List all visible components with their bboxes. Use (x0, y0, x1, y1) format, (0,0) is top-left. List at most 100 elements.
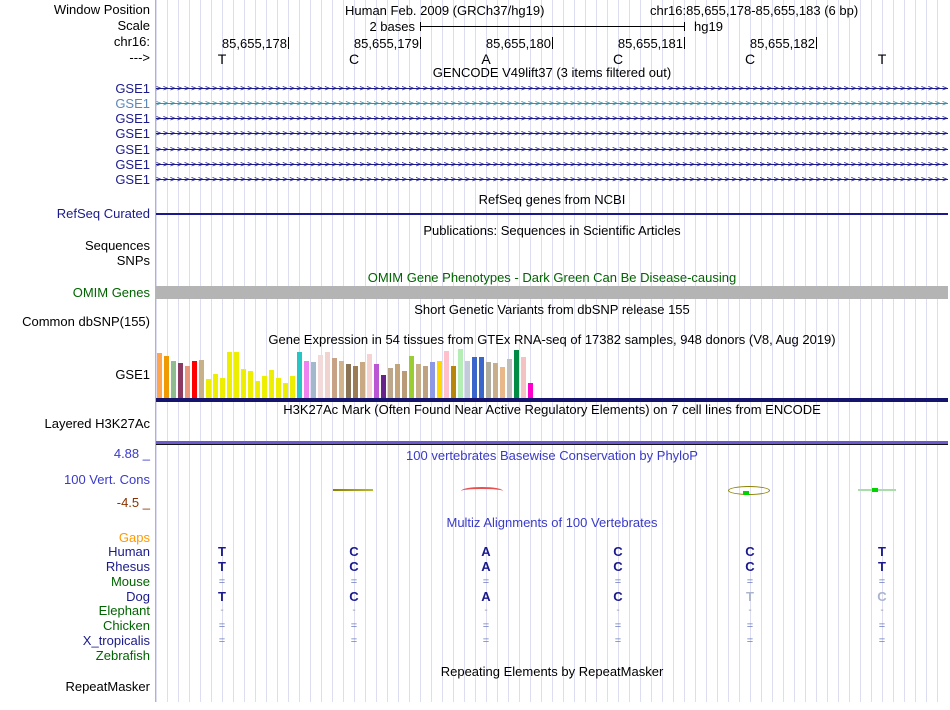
gtex-tissue-bar (185, 366, 190, 399)
gse1-transcript-label[interactable]: GSE1 (0, 82, 150, 96)
gtex-expression-bar-chart[interactable] (157, 349, 547, 399)
gtex-tissue-bar (367, 354, 372, 399)
multiz-species-label[interactable]: Gaps (0, 531, 150, 545)
scale-bar-left-cap (420, 22, 421, 31)
repeatmasker-label[interactable]: RepeatMasker (0, 680, 150, 694)
h3k27ac-signal-line (156, 441, 948, 445)
multiz-alignment-cell: - (352, 605, 356, 616)
omim-track-title[interactable]: OMIM Gene Phenotypes - Dark Green Can Be… (156, 271, 948, 285)
multiz-track-title[interactable]: Multiz Alignments of 100 Vertebrates (156, 516, 948, 530)
gtex-gene-label[interactable]: GSE1 (0, 368, 150, 382)
h3k27ac-track-title[interactable]: H3K27Ac Mark (Often Found Near Active Re… (156, 403, 948, 417)
gtex-tissue-bar (269, 370, 274, 399)
gtex-tissue-bar (444, 351, 449, 399)
multiz-alignment-cell: C (349, 589, 359, 604)
dbsnp-track-title[interactable]: Short Genetic Variants from dbSNP releas… (156, 303, 948, 317)
gtex-tissue-bar (164, 356, 169, 399)
multiz-alignment-cell: = (746, 620, 754, 632)
gse1-transcript-label[interactable]: GSE1 (0, 127, 150, 141)
gse1-transcript-label[interactable]: GSE1 (0, 173, 150, 187)
multiz-alignment-cell: A (481, 559, 491, 574)
gtex-tissue-bar (423, 366, 428, 399)
multiz-alignment-cell: = (482, 635, 490, 647)
multiz-species-label[interactable]: Dog (0, 590, 150, 604)
multiz-species-label[interactable]: Zebrafish (0, 649, 150, 663)
gse1-transcript-arrows[interactable]: >>>>>>>>>>>>>>>>>>>>>>>>>>>>>>>>>>>>>>>>… (156, 173, 948, 187)
multiz-alignment-cell: C (613, 589, 623, 604)
gtex-tissue-bar (430, 362, 435, 399)
gse1-transcript-arrows[interactable]: >>>>>>>>>>>>>>>>>>>>>>>>>>>>>>>>>>>>>>>>… (156, 143, 948, 157)
assembly-text: Human Feb. 2009 (GRCh37/hg19) (345, 3, 545, 18)
multiz-alignment-cell: - (220, 605, 224, 616)
gse1-transcript-arrows[interactable]: >>>>>>>>>>>>>>>>>>>>>>>>>>>>>>>>>>>>>>>>… (156, 97, 948, 111)
position-text: chr16:85,655,178-85,655,183 (6 bp) (650, 3, 859, 18)
gtex-tissue-bar (283, 383, 288, 399)
gse1-transcript-arrows[interactable]: >>>>>>>>>>>>>>>>>>>>>>>>>>>>>>>>>>>>>>>>… (156, 127, 948, 141)
gtex-track-title[interactable]: Gene Expression in 54 tissues from GTEx … (156, 333, 948, 347)
repeatmasker-track-title[interactable]: Repeating Elements by RepeatMasker (156, 665, 948, 679)
gtex-tissue-bar (500, 367, 505, 399)
gtex-tissue-bar (171, 361, 176, 399)
gtex-tissue-bar (374, 364, 379, 399)
multiz-alignment-cell: T (218, 544, 226, 559)
gtex-tissue-bar (213, 374, 218, 399)
refseq-curated-label[interactable]: RefSeq Curated (0, 207, 150, 221)
omim-gene-bar[interactable] (156, 286, 948, 299)
multiz-species-label[interactable]: Chicken (0, 619, 150, 633)
gse1-transcript-arrows[interactable]: >>>>>>>>>>>>>>>>>>>>>>>>>>>>>>>>>>>>>>>>… (156, 82, 948, 96)
snps-label[interactable]: SNPs (0, 254, 150, 268)
publications-track-title[interactable]: Publications: Sequences in Scientific Ar… (156, 224, 948, 238)
gse1-transcript-label[interactable]: GSE1 (0, 112, 150, 126)
multiz-alignment-cell: = (878, 576, 886, 588)
gse1-transcript-arrows[interactable]: >>>>>>>>>>>>>>>>>>>>>>>>>>>>>>>>>>>>>>>>… (156, 158, 948, 172)
gse1-transcript-arrows[interactable]: >>>>>>>>>>>>>>>>>>>>>>>>>>>>>>>>>>>>>>>>… (156, 112, 948, 126)
gencode-track-title[interactable]: GENCODE V49lift37 (3 items filtered out) (156, 66, 948, 80)
omim-genes-label[interactable]: OMIM Genes (0, 286, 150, 300)
multiz-species-label[interactable]: X_tropicalis (0, 634, 150, 648)
multiz-alignment-cell: - (484, 605, 488, 616)
refseq-track-title[interactable]: RefSeq genes from NCBI (156, 193, 948, 207)
coordinate-value: 85,655,180 (485, 36, 551, 51)
gtex-tissue-bar (227, 352, 232, 399)
multiz-alignment-cell: C (745, 544, 755, 559)
coordinate-value: 85,655,182 (749, 36, 815, 51)
scale-bar (420, 26, 684, 27)
gtex-tissue-bar (199, 360, 204, 399)
phylop-track-title[interactable]: 100 vertebrates Basewise Conservation by… (156, 449, 948, 463)
multiz-species-label[interactable]: Human (0, 545, 150, 559)
multiz-alignment-cell: = (218, 635, 226, 647)
gtex-tissue-bar (507, 359, 512, 399)
multiz-species-label[interactable]: Mouse (0, 575, 150, 589)
scale-value: 2 bases (369, 19, 415, 34)
gtex-tissue-bar (234, 352, 239, 399)
gtex-tissue-bar (395, 364, 400, 399)
multiz-alignment-cell: = (350, 620, 358, 632)
gse1-transcript-label[interactable]: GSE1 (0, 143, 150, 157)
gtex-tissue-bar (318, 355, 323, 399)
phylop-mark-base5 (728, 486, 770, 495)
multiz-alignment-cell: = (614, 576, 622, 588)
multiz-species-label[interactable]: Elephant (0, 604, 150, 618)
gse1-transcript-label[interactable]: GSE1 (0, 97, 150, 111)
coordinate-value: 85,655,179 (353, 36, 419, 51)
phylop-label[interactable]: 100 Vert. Cons (0, 473, 150, 487)
multiz-alignment-cell: = (878, 620, 886, 632)
gtex-tissue-bar (353, 366, 358, 399)
gtex-tissue-bar (325, 352, 330, 399)
h3k27ac-label[interactable]: Layered H3K27Ac (0, 417, 150, 431)
gtex-tissue-bar (360, 362, 365, 399)
multiz-alignment-cell: T (218, 589, 226, 604)
gse1-transcript-label[interactable]: GSE1 (0, 158, 150, 172)
multiz-alignment-cell: = (218, 576, 226, 588)
multiz-species-label[interactable]: Rhesus (0, 560, 150, 574)
gtex-tissue-bar (262, 376, 267, 399)
refseq-gene-line[interactable] (156, 213, 948, 215)
sequences-label[interactable]: Sequences (0, 239, 150, 253)
gtex-tissue-bar (339, 361, 344, 399)
strand-arrow-label[interactable]: ---> (0, 51, 150, 65)
phylop-dot-base6 (872, 488, 878, 492)
gtex-tissue-bar (381, 375, 386, 399)
base-letter: C (612, 51, 624, 67)
dbsnp-label[interactable]: Common dbSNP(155) (0, 315, 150, 329)
gtex-tissue-bar (346, 364, 351, 399)
